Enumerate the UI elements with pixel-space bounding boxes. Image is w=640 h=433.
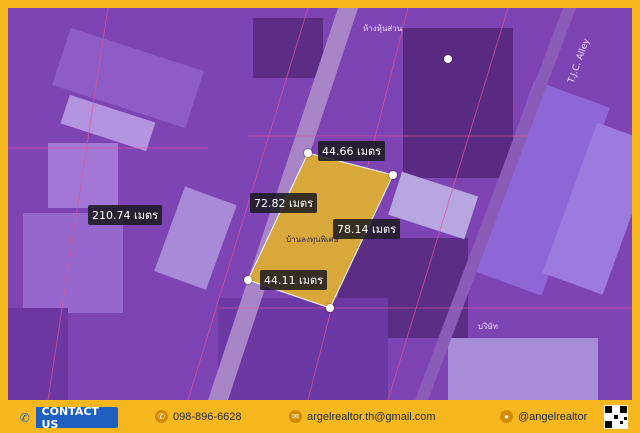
email-address: argelrealtor.th@gmail.com: [307, 410, 436, 423]
poi-label: ห้างหุ้นส่วน: [363, 24, 403, 33]
contact-us-button[interactable]: ✆ CONTACT US: [14, 404, 118, 431]
parcel-corner-marker[interactable]: [326, 304, 334, 312]
qr-code: [604, 405, 628, 429]
email-icon: ✉: [289, 410, 302, 423]
page-frame: 210.74 เมตร 44.66 เมตร 72.82 เมตร 78.14 …: [0, 0, 640, 431]
contact-us-label: CONTACT US: [41, 404, 99, 431]
parcel-corner-marker[interactable]: [304, 149, 312, 157]
email-info[interactable]: ✉ argelrealtor.th@gmail.com: [289, 410, 436, 423]
line-icon: ●: [500, 410, 513, 423]
poi-label: บริษัท: [478, 322, 498, 331]
parcel-corner-marker[interactable]: [244, 276, 252, 284]
phone-info[interactable]: ✆ 098-896-6628: [155, 410, 242, 423]
line-id: @angelrealtor: [518, 410, 588, 423]
measurement-label-left-side: 72.82 เมตร: [250, 193, 318, 213]
parcel-name-label: บ้านลงทุนพิเศษ: [286, 235, 339, 244]
measurement-label-west-outer: 210.74 เมตร: [88, 205, 163, 225]
phone-icon: ✆: [155, 410, 168, 423]
parcel-corner-marker[interactable]: [389, 171, 397, 179]
measurement-label-right-side: 78.14 เมตร: [333, 219, 401, 239]
map-location-marker[interactable]: [444, 55, 452, 63]
map-imagery: [8, 8, 632, 400]
phone-number: 098-896-6628: [173, 410, 242, 423]
contact-footer: ✆ CONTACT US ✆ 098-896-6628 ✉ argelrealt…: [0, 402, 640, 431]
measurement-label-top: 44.66 เมตร: [318, 141, 386, 161]
satellite-map[interactable]: 210.74 เมตร 44.66 เมตร 72.82 เมตร 78.14 …: [8, 8, 632, 400]
phone-icon: ✆: [14, 407, 36, 428]
line-info[interactable]: ● @angelrealtor: [500, 410, 587, 423]
measurement-label-bottom: 44.11 เมตร: [260, 270, 328, 290]
